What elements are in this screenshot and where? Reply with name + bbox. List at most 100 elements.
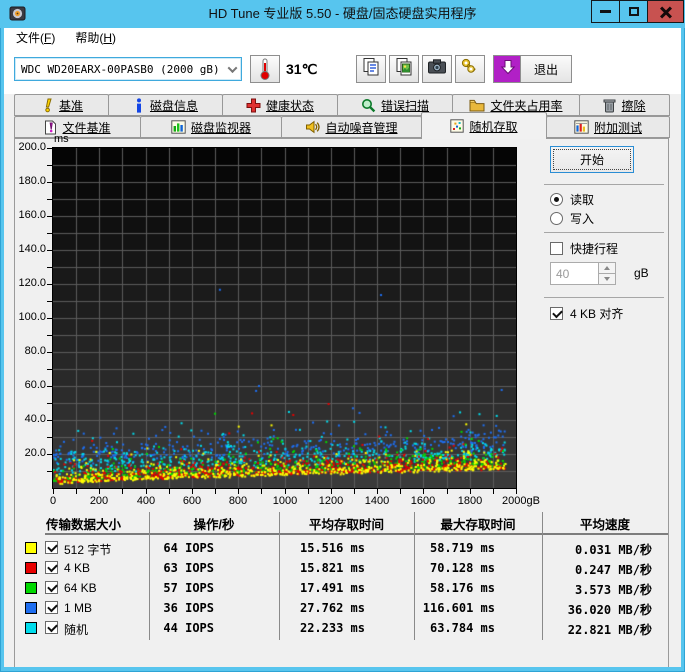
short-stroke-size-input[interactable] <box>551 263 598 284</box>
update-icon <box>500 59 516 80</box>
write-radio-icon[interactable] <box>550 212 563 225</box>
y-axis-label: 20.0 <box>24 447 46 459</box>
align-checkbox-label: 4 KB 对齐 <box>570 307 624 321</box>
tab-disk-monitor[interactable]: 磁盘监视器 <box>140 116 282 138</box>
copy-image-icon <box>395 57 414 82</box>
cell-max-access: 116.601 ms <box>422 601 495 615</box>
y-axis-label: 200.0 <box>18 141 46 153</box>
align-checkbox-icon[interactable] <box>550 307 563 320</box>
spin-down-button[interactable] <box>599 273 615 284</box>
series-checkbox[interactable] <box>45 601 58 614</box>
series-color-chip <box>25 602 37 614</box>
x-axis-label: 200 <box>89 495 109 507</box>
series-checkbox[interactable] <box>45 541 58 554</box>
titlebar[interactable]: HD Tune 专业版 5.50 - 硬盘/固态硬盘实用程序 <box>0 0 685 28</box>
health-icon <box>246 98 261 113</box>
series-checkbox[interactable] <box>45 561 58 574</box>
keys-button[interactable] <box>455 55 485 83</box>
cell-avg-speed: 3.573 MB/秒 <box>574 583 652 597</box>
tab-aam[interactable]: 自动噪音管理 <box>281 116 422 138</box>
cell-iops: 57 IOPS <box>163 581 214 595</box>
short-stroke-checkbox[interactable]: 快捷行程 <box>550 240 618 257</box>
window-body: 文件(F) 帮助(H) WDC WD20EARX-00PASB0 (2000 gB… <box>4 28 681 667</box>
x-axis-label: 2000gB <box>502 495 540 507</box>
column-header-0: 传输数据大小 <box>45 518 121 532</box>
cell-avg-access: 27.762 ms <box>299 601 365 615</box>
column-header-3: 最大存取时间 <box>440 518 516 532</box>
tab-random-access[interactable]: 随机存取 <box>421 112 547 139</box>
toolbar: WDC WD20EARX-00PASB0 (2000 gB) 31℃ 退出 <box>4 49 681 94</box>
close-button[interactable] <box>647 0 684 23</box>
disk-info-icon <box>133 97 145 113</box>
x-axis-label: 1200 <box>318 495 344 507</box>
tab-health[interactable]: 健康状态 <box>222 94 338 116</box>
y-axis-label: 140.0 <box>18 243 46 255</box>
tab-label: 擦除 <box>621 98 646 113</box>
tab-erase[interactable]: 擦除 <box>579 94 670 116</box>
random-access-icon <box>450 119 465 133</box>
random-access-scatter-canvas <box>53 148 516 488</box>
x-axis-label: 1400 <box>364 495 390 507</box>
short-stroke-checkbox-icon[interactable] <box>550 242 563 255</box>
screenshot-icon <box>427 58 447 80</box>
series-color-chip <box>25 542 37 554</box>
cell-avg-access: 15.821 ms <box>299 561 365 575</box>
cell-iops: 44 IOPS <box>163 621 214 635</box>
start-button[interactable]: 开始 <box>550 146 634 173</box>
erase-icon <box>603 98 616 113</box>
tab-disk-info[interactable]: 磁盘信息 <box>108 94 223 116</box>
cell-max-access: 70.128 ms <box>429 561 495 575</box>
spin-up-button[interactable] <box>599 263 615 273</box>
temperature-button[interactable] <box>250 55 280 83</box>
tab-label: 磁盘信息 <box>149 98 198 113</box>
copy-image-button[interactable] <box>389 55 419 83</box>
tab-label: 基准 <box>58 98 83 113</box>
short-stroke-unit-label: gB <box>634 266 649 280</box>
cell-iops: 36 IOPS <box>163 601 214 615</box>
chevron-down-icon[interactable] <box>223 58 241 80</box>
column-header-1: 操作/秒 <box>193 518 235 532</box>
series-checkbox[interactable] <box>45 581 58 594</box>
tab-file-benchmark[interactable]: 文件基准 <box>14 116 141 138</box>
write-radio[interactable]: 写入 <box>550 210 594 227</box>
y-axis-unit-label: ms <box>54 133 69 145</box>
tab-label: 自动噪音管理 <box>325 120 398 135</box>
align-checkbox[interactable]: 4 KB 对齐 <box>550 305 623 322</box>
column-header-2: 平均存取时间 <box>308 518 384 532</box>
series-color-chip <box>25 562 37 574</box>
screenshot-button[interactable] <box>422 55 452 83</box>
tab-label: 健康状态 <box>265 98 314 113</box>
copy-text-button[interactable] <box>356 55 386 83</box>
minimize-button[interactable] <box>591 0 620 23</box>
menu-item-f[interactable]: 文件(F) <box>8 28 63 49</box>
menu-item-h[interactable]: 帮助(H) <box>67 28 124 49</box>
cell-max-access: 58.719 ms <box>429 541 495 555</box>
update-button[interactable] <box>493 55 523 83</box>
maximize-button[interactable] <box>619 0 648 23</box>
y-axis-label: 100.0 <box>18 311 46 323</box>
separator <box>544 232 664 233</box>
tab-extra-tests[interactable]: 附加测试 <box>546 116 670 138</box>
series-checkbox[interactable] <box>45 621 58 634</box>
cell-avg-access: 22.233 ms <box>299 621 365 635</box>
drive-selector-value: WDC WD20EARX-00PASB0 (2000 gB) <box>21 62 220 76</box>
write-radio-label: 写入 <box>570 212 595 226</box>
separator <box>544 297 664 298</box>
menu-bar: 文件(F) 帮助(H) <box>4 28 681 49</box>
exit-button[interactable]: 退出 <box>520 55 572 83</box>
read-radio[interactable]: 读取 <box>550 191 594 208</box>
read-radio-icon[interactable] <box>550 193 563 206</box>
series-color-chip <box>25 622 37 634</box>
spin-up-icon <box>604 266 610 270</box>
drive-selector[interactable]: WDC WD20EARX-00PASB0 (2000 gB) <box>14 57 242 81</box>
extra-tests-icon <box>574 120 589 134</box>
error-scan-icon <box>361 98 376 113</box>
tab-benchmark[interactable]: 基准 <box>14 94 109 116</box>
x-axis-label: 400 <box>136 495 156 507</box>
x-axis-label: 0 <box>49 495 57 507</box>
short-stroke-size-field[interactable] <box>550 262 616 285</box>
read-radio-label: 读取 <box>570 193 595 207</box>
window-controls <box>591 0 684 23</box>
x-axis-label: 1800 <box>457 495 483 507</box>
series-color-chip <box>25 582 37 594</box>
